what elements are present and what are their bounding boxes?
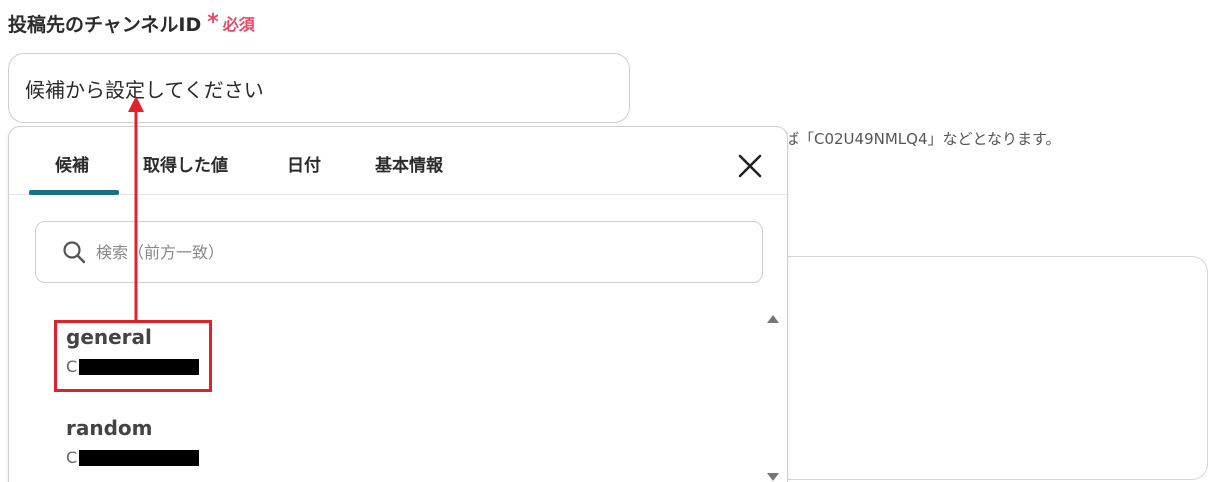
- list-item-general[interactable]: general C: [66, 325, 200, 376]
- tab-basic-info[interactable]: 基本情報: [375, 151, 443, 176]
- item-id: C: [66, 448, 200, 467]
- close-button[interactable]: [735, 151, 765, 181]
- item-name: general: [66, 325, 152, 349]
- search-box[interactable]: [35, 221, 763, 283]
- tab-date[interactable]: 日付: [287, 151, 321, 176]
- active-tab-indicator: [29, 190, 119, 195]
- required-badge: 必須: [222, 15, 255, 34]
- list-scrollbar[interactable]: [763, 309, 781, 482]
- item-name: random: [66, 416, 153, 440]
- channel-id-input[interactable]: 候補から設定してください: [8, 53, 630, 123]
- tab-candidates[interactable]: 候補: [55, 151, 89, 176]
- channel-id-placeholder: 候補から設定してください: [25, 77, 264, 102]
- candidate-list: general C random C: [9, 303, 769, 482]
- page: 投稿先のチャンネルID * 必須 候補から設定してください ば「C02U49NM…: [0, 0, 1212, 482]
- chevron-down-icon[interactable]: [767, 473, 779, 481]
- popup-tabs: 候補 取得した値 日付 基本情報: [9, 127, 787, 195]
- close-icon: [738, 154, 762, 178]
- tab-retrieved-values[interactable]: 取得した値: [143, 151, 228, 176]
- background-textarea[interactable]: [752, 256, 1208, 480]
- list-item-random[interactable]: random C: [66, 416, 200, 467]
- field-label: 投稿先のチャンネルID * 必須: [8, 8, 255, 38]
- redaction-bar: [79, 358, 200, 375]
- suggestion-popup: 候補 取得した値 日付 基本情報 general C: [8, 126, 788, 482]
- helper-note: ば「C02U49NMLQ4」などとなります。: [784, 130, 1061, 148]
- chevron-up-icon[interactable]: [767, 315, 779, 323]
- redaction-bar: [79, 449, 200, 466]
- search-input[interactable]: [94, 241, 698, 263]
- item-id-prefix: C: [66, 448, 78, 467]
- search-icon: [63, 241, 86, 264]
- field-label-text: 投稿先のチャンネルID: [8, 13, 202, 36]
- item-id: C: [66, 357, 200, 376]
- required-star: *: [207, 10, 219, 35]
- item-id-prefix: C: [66, 357, 78, 376]
